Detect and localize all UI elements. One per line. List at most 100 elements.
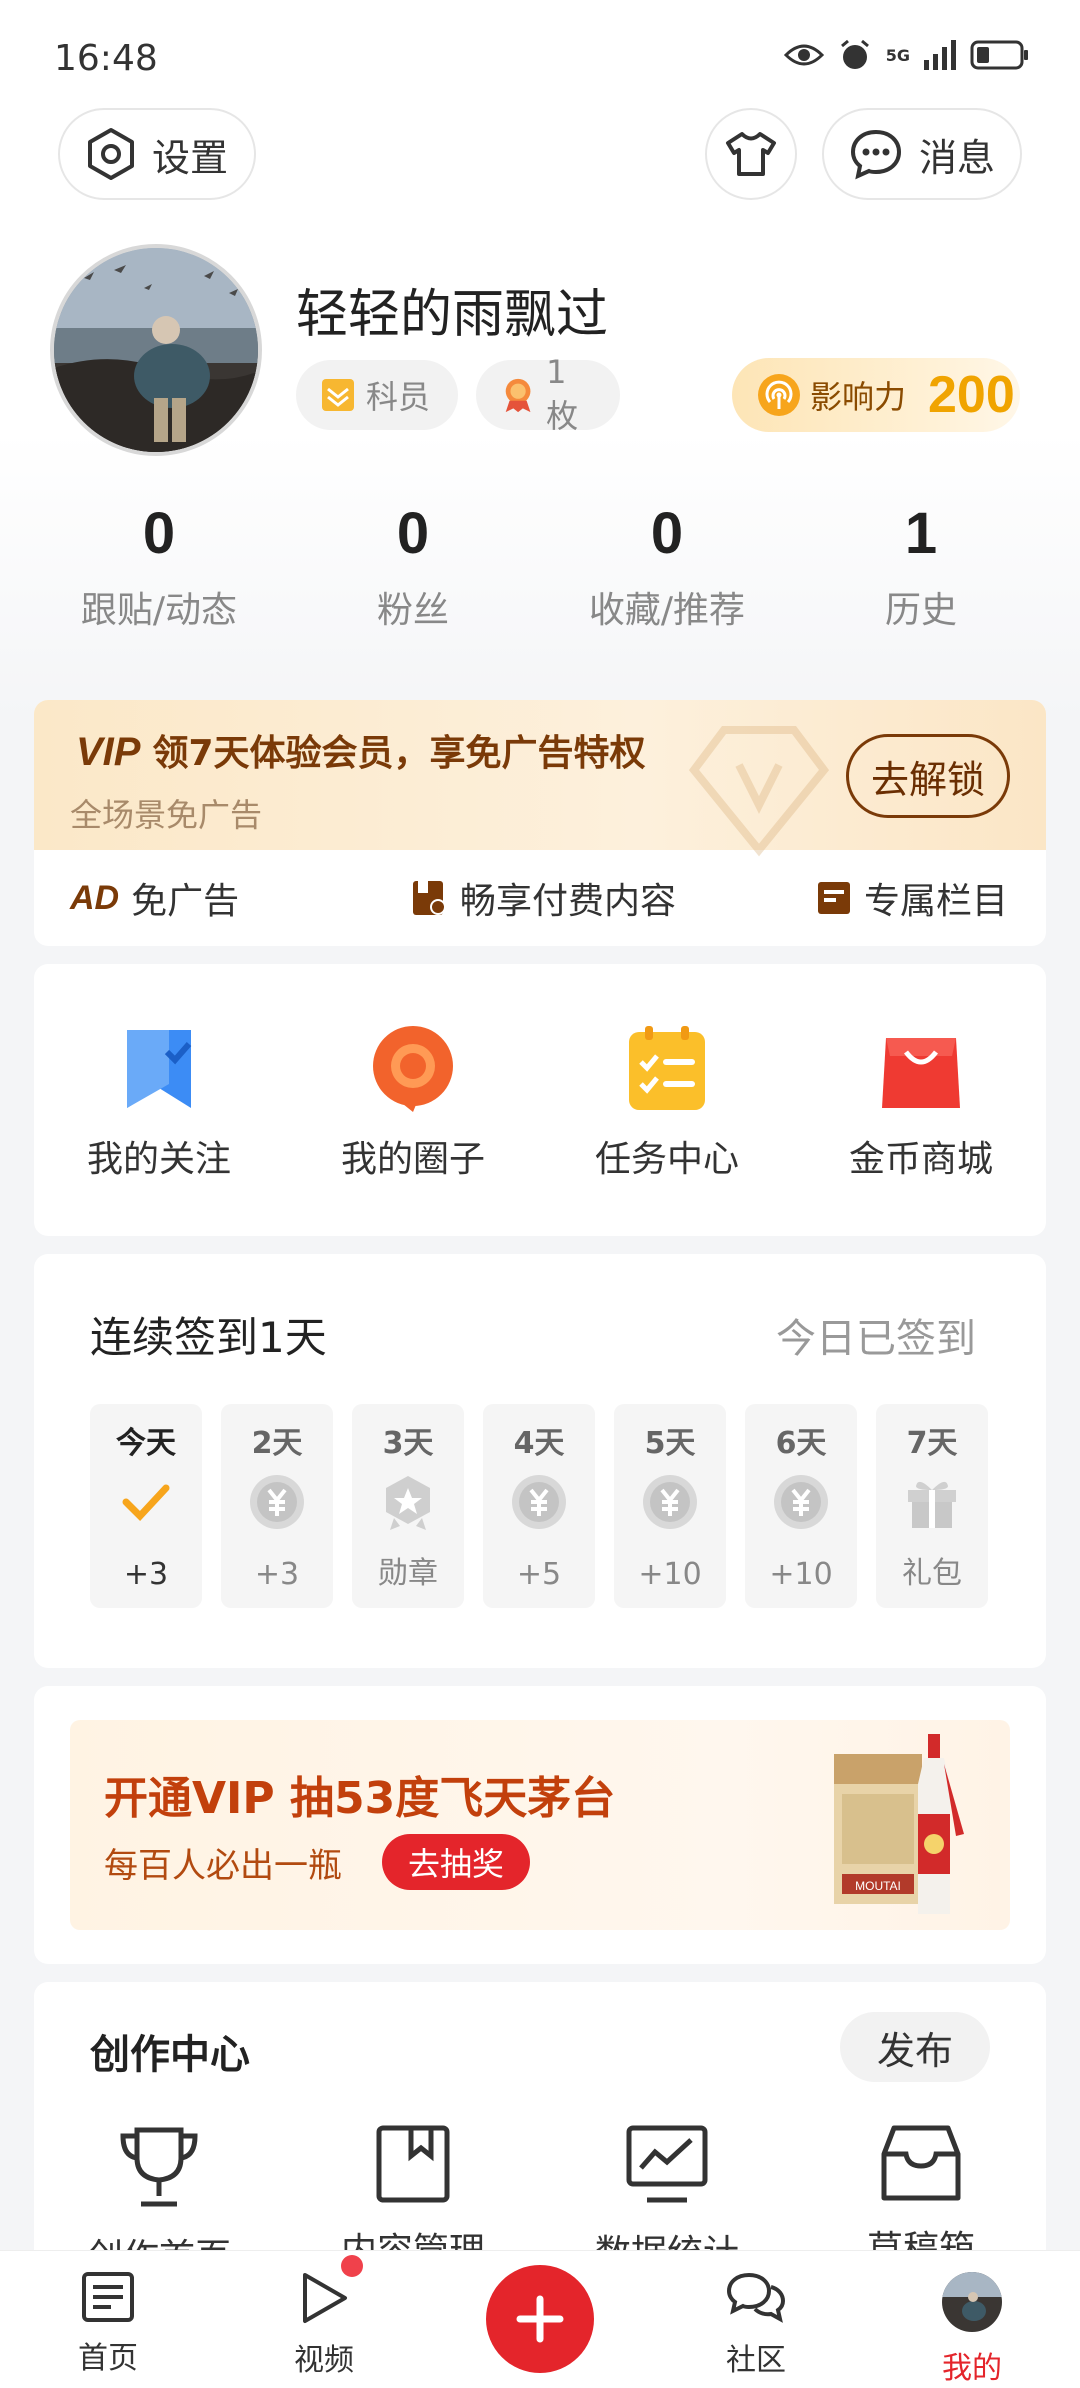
vip-unlock-button[interactable]: 去解锁 bbox=[846, 734, 1010, 818]
shirt-icon bbox=[726, 132, 776, 176]
stat-label: 粉丝 bbox=[376, 590, 449, 631]
rank-label: 科员 bbox=[366, 378, 431, 416]
circle-chat-icon bbox=[373, 1026, 453, 1112]
day-reward: +10 bbox=[638, 1557, 702, 1592]
coin-icon bbox=[774, 1475, 828, 1529]
medal-icon bbox=[505, 378, 531, 413]
influence-icon bbox=[758, 374, 800, 416]
coin-icon bbox=[250, 1475, 304, 1529]
column-icon bbox=[818, 882, 850, 914]
perk-label: 免广告 bbox=[131, 881, 240, 922]
username[interactable]: 轻轻的雨飘过 bbox=[296, 272, 608, 347]
product-label: MOUTAI bbox=[855, 1879, 901, 1893]
influence-value: 200 bbox=[928, 366, 1015, 424]
day-reward: 礼包 bbox=[902, 1556, 962, 1591]
checkin-day[interactable]: 3天 勋章 bbox=[352, 1404, 464, 1608]
medal-badge[interactable]: 1枚 bbox=[476, 353, 620, 435]
promo-subtitle: 每百人必出一瓶 bbox=[104, 1846, 342, 1886]
stat-value: 0 bbox=[142, 501, 176, 566]
perk-label: 畅享付费内容 bbox=[460, 881, 677, 922]
checkin-day[interactable]: 5天 +10 bbox=[614, 1404, 726, 1608]
gift-icon bbox=[908, 1481, 956, 1528]
coin-icon bbox=[643, 1475, 697, 1529]
stat-label: 跟贴/动态 bbox=[80, 590, 238, 631]
shortcut-following[interactable]: 我的关注 bbox=[34, 1024, 284, 1182]
shortcut-coin-mall[interactable]: 金币商城 bbox=[796, 1024, 1046, 1182]
stat-value: 1 bbox=[904, 501, 938, 566]
vip-title-text: 领7天体验会员，享免广告特权 bbox=[152, 733, 646, 774]
shopping-bag-icon bbox=[882, 1038, 960, 1108]
rank-badge[interactable]: 科员 bbox=[296, 360, 458, 430]
vip-mark: VIP bbox=[76, 730, 141, 774]
draft-box-icon bbox=[881, 2125, 961, 2201]
message-icon bbox=[850, 129, 901, 180]
nav-video[interactable]: 视频 bbox=[244, 2271, 404, 2379]
video-notification-dot bbox=[341, 2255, 363, 2277]
day-label: 3天 bbox=[382, 1426, 434, 1461]
stat-fans[interactable]: 0 粉丝 bbox=[278, 500, 548, 633]
signal-icon bbox=[924, 40, 956, 70]
perk-label: 专属栏目 bbox=[864, 881, 1009, 922]
influence-badge[interactable]: 影响力 200 bbox=[732, 358, 1020, 432]
checkin-day[interactable]: 4天 +5 bbox=[483, 1404, 595, 1608]
shortcut-tasks[interactable]: 任务中心 bbox=[542, 1024, 792, 1182]
shortcut-card: 我的关注 我的圈子 任务中心 金币商城 bbox=[34, 964, 1046, 1236]
data-chart-icon bbox=[626, 2125, 708, 2203]
status-time: 16:48 bbox=[54, 38, 158, 79]
influence-label: 影响力 bbox=[810, 378, 907, 416]
dress-up-button[interactable] bbox=[705, 108, 797, 200]
day-reward: +3 bbox=[254, 1557, 300, 1592]
vip-card[interactable]: VIP 领7天体验会员，享免广告特权 全场景免广告 去解锁 AD 免广告 畅享付费… bbox=[34, 700, 1046, 946]
stat-favorites[interactable]: 0 收藏/推荐 bbox=[532, 500, 802, 633]
vip-watermark-icon bbox=[688, 726, 830, 857]
day-reward: +3 bbox=[123, 1557, 169, 1592]
creation-center-card: 创作中心 发布 创作首页 内容管理 数据统计 草稿箱 bbox=[34, 1982, 1046, 2282]
nav-label: 首页 bbox=[78, 2341, 138, 2376]
publish-plus-button[interactable] bbox=[486, 2265, 594, 2373]
messages-button[interactable]: 消息 bbox=[822, 108, 1022, 200]
promo-title: 开通VIP 抽53度飞天茅台 bbox=[104, 1773, 616, 1824]
settings-icon bbox=[87, 128, 134, 180]
stat-history[interactable]: 1 历史 bbox=[786, 500, 1056, 633]
plus-icon bbox=[516, 2295, 564, 2343]
perk-paid-content[interactable]: 畅享付费内容 bbox=[410, 872, 676, 924]
settings-label: 设置 bbox=[151, 135, 228, 180]
publish-button[interactable]: 发布 bbox=[840, 2012, 990, 2082]
settings-button[interactable]: 设置 bbox=[58, 108, 256, 200]
content-manage-icon bbox=[376, 2125, 450, 2203]
checkin-day[interactable]: 7天 礼包 bbox=[876, 1404, 988, 1608]
bookmark-icon bbox=[127, 1030, 192, 1108]
video-play-icon bbox=[303, 2273, 347, 2323]
checkin-day[interactable]: 今天 +3 bbox=[90, 1404, 202, 1608]
day-label: 7天 bbox=[906, 1426, 958, 1461]
nav-community[interactable]: 社区 bbox=[676, 2271, 836, 2379]
medal-label: 1枚 bbox=[546, 353, 579, 435]
perk-exclusive-column[interactable]: 专属栏目 bbox=[816, 872, 1008, 924]
trophy-icon bbox=[120, 2127, 198, 2207]
stat-value: 0 bbox=[396, 501, 430, 566]
nav-me[interactable]: 我的 bbox=[892, 2271, 1052, 2387]
stat-comments[interactable]: 0 跟贴/动态 bbox=[24, 500, 294, 633]
stat-label: 收藏/推荐 bbox=[588, 590, 746, 631]
ad-icon: AD bbox=[70, 878, 120, 917]
nav-home[interactable]: 首页 bbox=[28, 2271, 188, 2377]
day-label: 2天 bbox=[251, 1426, 303, 1461]
coin-icon bbox=[512, 1475, 566, 1529]
checkin-day[interactable]: 6天 +10 bbox=[745, 1404, 857, 1608]
shortcut-circles[interactable]: 我的圈子 bbox=[288, 1024, 538, 1182]
avatar[interactable] bbox=[50, 244, 262, 456]
checkin-day[interactable]: 2天 +3 bbox=[221, 1404, 333, 1608]
rank-icon bbox=[322, 379, 354, 411]
promo-card[interactable]: 开通VIP 抽53度飞天茅台 每百人必出一瓶 去抽奖 MOUTAI bbox=[34, 1686, 1046, 1964]
day-reward: +10 bbox=[769, 1557, 833, 1592]
news-icon bbox=[82, 2272, 134, 2322]
shortcut-label: 任务中心 bbox=[594, 1139, 739, 1180]
status-icons: 5G bbox=[783, 38, 1030, 72]
alarm-icon bbox=[840, 39, 869, 69]
checkin-status[interactable]: 今日已签到 bbox=[776, 1306, 976, 1364]
creation-title: 创作中心 bbox=[90, 2032, 250, 2078]
promo-lottery-button[interactable]: 去抽奖 bbox=[382, 1834, 530, 1890]
perk-no-ads[interactable]: AD 免广告 bbox=[70, 872, 239, 924]
nav-label: 我的 bbox=[942, 2351, 1002, 2386]
avatar-icon bbox=[942, 2272, 1002, 2332]
